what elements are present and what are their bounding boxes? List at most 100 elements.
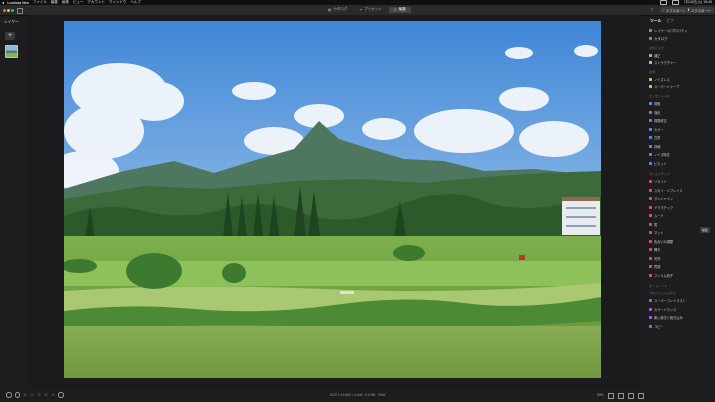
tool-essential-icon — [649, 85, 652, 89]
tool-creative-icon — [649, 265, 652, 269]
tool-label: マット — [654, 231, 664, 236]
edge-tab[interactable]: 編集 — [700, 227, 710, 233]
star-icon-2[interactable]: ☆ — [30, 392, 34, 398]
tool-basic-4[interactable]: 白黒 — [649, 135, 711, 141]
window-minimize-button[interactable] — [7, 8, 10, 12]
tool-label: 霧 — [654, 222, 658, 227]
star-icon-5[interactable]: ☆ — [51, 392, 55, 398]
tab-catalog[interactable]: ▦ カタログ — [323, 7, 352, 14]
tool-top-0[interactable]: レイヤーのプロパティ — [649, 27, 711, 34]
tool-label: スカイ・リプレイス — [654, 188, 683, 193]
tool-label: ストラクチャー — [654, 61, 677, 66]
tool-essential-0[interactable]: ノイズレス — [649, 77, 711, 83]
star-icon-3[interactable]: ☆ — [37, 392, 41, 398]
tool-favorite-icon — [649, 61, 652, 65]
tool-basic-3[interactable]: カラー — [649, 127, 711, 133]
tool-label: レイヤーのプロパティ — [654, 28, 688, 33]
info-icon[interactable] — [58, 392, 64, 398]
tool-creative-10[interactable]: 質感 — [649, 264, 711, 270]
tool-basic-0[interactable]: 現像 — [649, 101, 711, 107]
tool-label: 色合いの調整 — [654, 239, 674, 244]
tool-top-1[interactable]: カタログ — [649, 35, 711, 42]
tool-basic-icon — [649, 127, 652, 131]
tab-catalog-label: カタログ — [333, 7, 348, 12]
star-icon-4[interactable]: ☆ — [44, 392, 48, 398]
section-favorites: お気に入り — [649, 46, 665, 50]
tab-presets[interactable]: ✦ プリセット — [354, 7, 386, 14]
tool-basic-2[interactable]: 構図修正 — [649, 118, 711, 124]
menu-app-name[interactable]: Luminar Neo — [7, 1, 28, 5]
tool-basic-6[interactable]: ノイズ除去 — [649, 152, 711, 158]
sliders-icon: ☰ — [393, 7, 397, 12]
tool-label: 白黒 — [654, 136, 661, 141]
export-icon: ⬆ — [687, 8, 690, 12]
wand-icon: ✦ — [359, 7, 363, 12]
window-close-button[interactable] — [3, 8, 6, 12]
tool-creative-1[interactable]: スカイ・リプレイス — [649, 188, 711, 194]
tool-label: サンシャイン — [654, 197, 674, 202]
image-info: 2025.7.4 6,960 × 4,640 · 5.6 MB · RAW — [329, 393, 386, 397]
tool-creative-9[interactable]: 光沢 — [649, 256, 711, 262]
history-icon[interactable] — [628, 393, 634, 399]
tool-creative-icon — [649, 273, 652, 277]
tool-creative-3[interactable]: ドラマチック — [649, 205, 711, 211]
tool-favorite-0[interactable]: 補正 — [649, 53, 711, 59]
tool-label: カラーバランス — [654, 307, 677, 312]
tool-label: フィルム粒子 — [654, 273, 673, 278]
tool-label: 現像 — [654, 102, 661, 107]
tool-essential-icon — [649, 78, 652, 82]
reject-icon[interactable] — [14, 392, 20, 398]
tool-creative-icon — [649, 222, 652, 226]
tool-pro-0[interactable]: スーパーコントラスト — [649, 298, 711, 304]
tool-label: カラー — [654, 127, 664, 132]
star-icon-1[interactable]: ☆ — [23, 392, 27, 398]
eye-icon[interactable] — [638, 393, 644, 399]
tool-essential-1[interactable]: スーパーシャープ — [649, 84, 711, 90]
tool-label: リライト — [654, 180, 667, 185]
tool-creative-0[interactable]: リライト — [649, 179, 711, 185]
export-button[interactable]: ⬆ エクスポート — [684, 7, 714, 13]
tool-creative-4[interactable]: ムード — [649, 213, 711, 219]
upload-icon: ↑ — [663, 8, 665, 12]
tool-creative-11[interactable]: フィルム粒子 — [649, 273, 711, 279]
tool-creative-icon — [649, 180, 652, 184]
tool-label: 強化 — [654, 110, 661, 115]
tab-tools[interactable]: ツール — [650, 19, 661, 24]
mode-tabs: ▦ カタログ ✦ プリセット ☰ 編集 — [323, 6, 411, 14]
tab-edit-label: 編集 — [398, 7, 406, 12]
tool-label: ノイズ除去 — [654, 153, 670, 158]
grid-icon: ▦ — [328, 7, 332, 12]
tool-creative-8[interactable]: 輝き — [649, 247, 711, 253]
tool-basic-1[interactable]: 強化 — [649, 110, 711, 116]
flag-icon[interactable] — [6, 392, 12, 398]
tool-basic-7[interactable]: ビネット — [649, 161, 711, 167]
add-layer-button[interactable]: + — [5, 32, 15, 40]
tool-pro-1[interactable]: カラーバランス — [649, 307, 711, 313]
zoom-menu-icon[interactable] — [608, 393, 614, 399]
canvas-area[interactable] — [28, 15, 640, 388]
tool-creative-2[interactable]: サンシャイン — [649, 196, 711, 202]
tool-creative-7[interactable]: 色合いの調整 — [649, 239, 711, 245]
zoom-level[interactable]: 50% — [597, 393, 603, 397]
tool-label: 覆い焼きと焼き込み — [654, 316, 683, 321]
tool-basic-icon — [649, 153, 652, 157]
tool-basic-icon — [649, 161, 652, 165]
layer-thumbnail[interactable] — [5, 45, 18, 58]
share-icon[interactable]: ⇪ — [650, 7, 658, 13]
tool-pro-3[interactable]: コピー — [649, 324, 711, 330]
tool-label: コピー — [654, 324, 664, 329]
tool-basic-5[interactable]: 詳細 — [649, 144, 711, 150]
compare-icon[interactable] — [618, 393, 624, 399]
photo-landscape[interactable] — [64, 21, 601, 378]
tab-edit[interactable]: ☰ 編集 — [388, 6, 411, 13]
section-essentials: 必須 — [649, 70, 656, 74]
section-portrait: ポートレート — [649, 284, 668, 288]
sidebar-toggle-icon[interactable] — [17, 8, 23, 14]
layers-title: レイヤー — [4, 20, 20, 24]
tool-pro-icon — [649, 324, 652, 328]
window-maximize-button[interactable] — [11, 8, 14, 12]
tool-pro-2[interactable]: 覆い焼きと焼き込み — [649, 315, 711, 321]
tool-favorite-1[interactable]: ストラクチャー — [649, 60, 711, 66]
tab-view[interactable]: ビフ — [666, 19, 674, 24]
tool-pro-icon — [649, 299, 652, 303]
